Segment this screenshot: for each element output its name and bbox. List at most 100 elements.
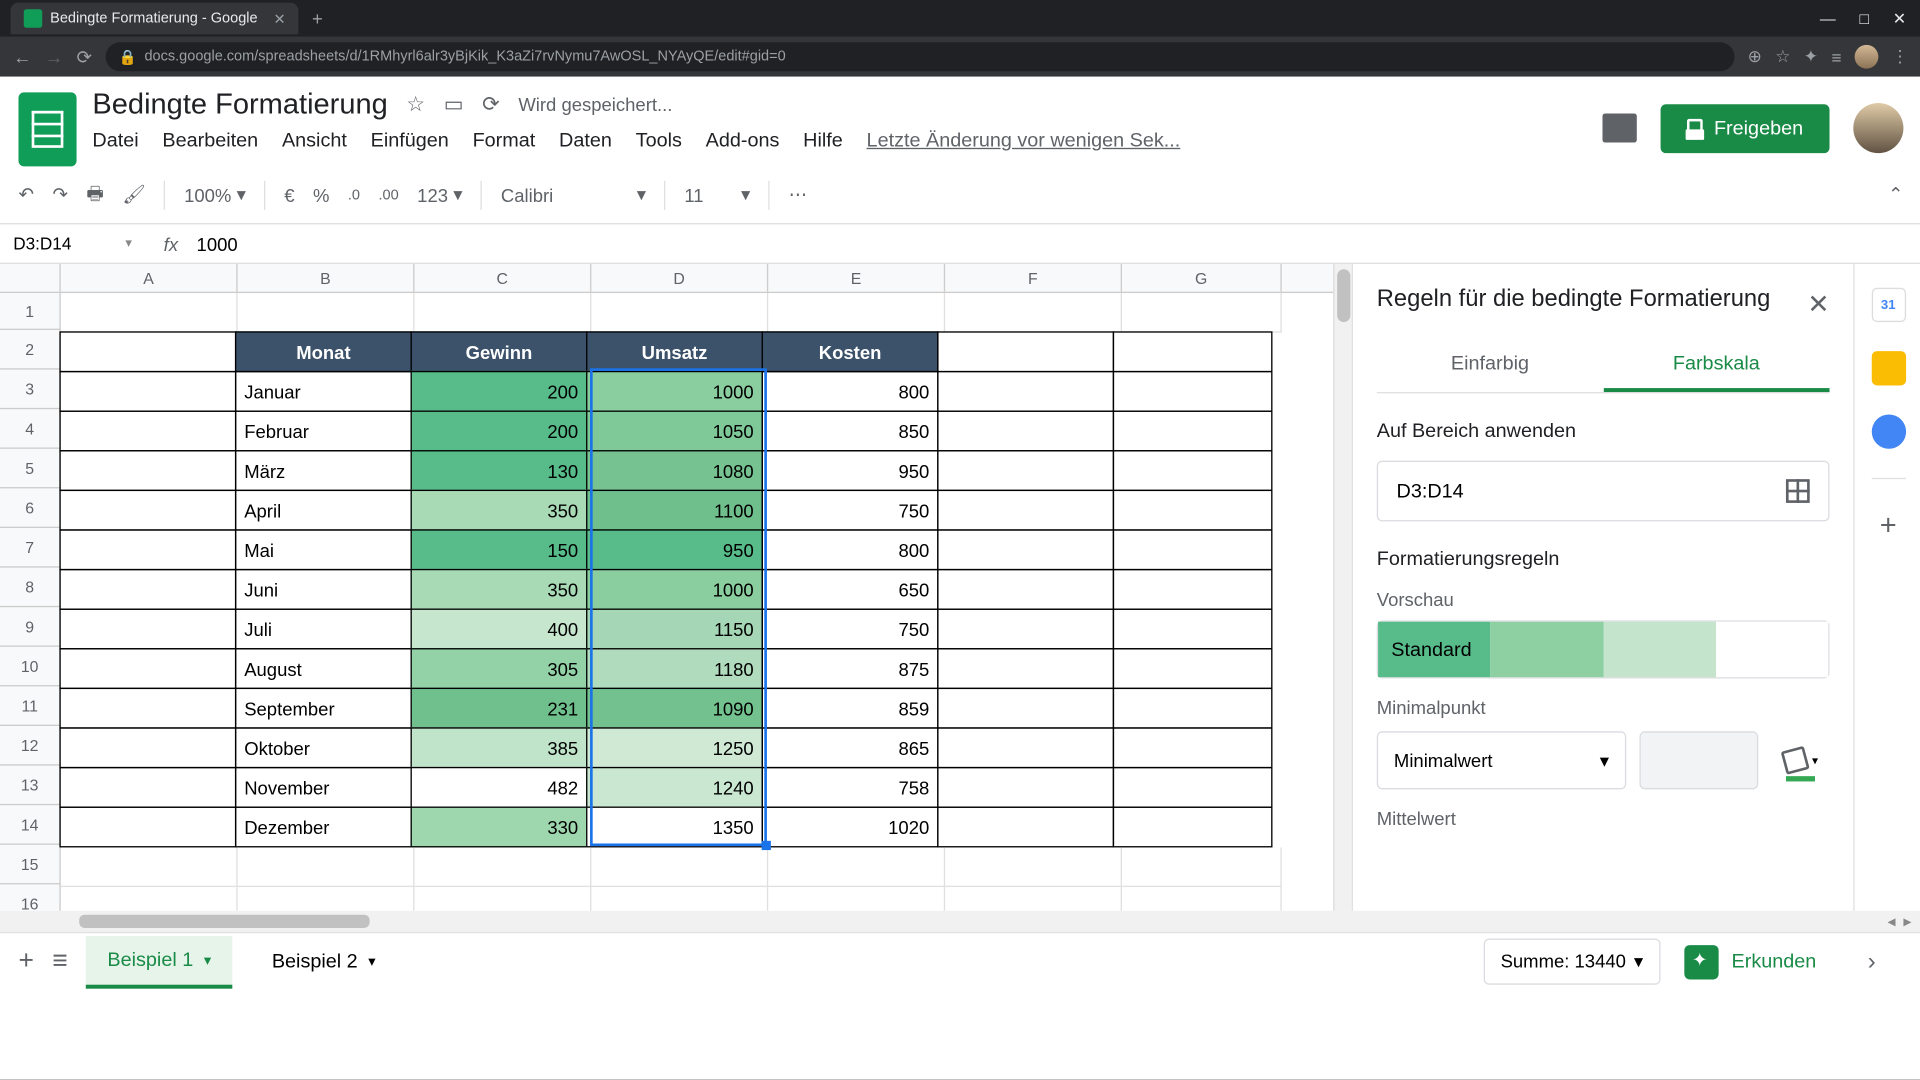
tasks-icon[interactable] <box>1871 414 1905 448</box>
cell[interactable] <box>414 887 591 911</box>
star-icon[interactable]: ☆ <box>406 91 425 117</box>
row-header[interactable]: 5 <box>0 449 61 489</box>
cell[interactable] <box>937 688 1114 729</box>
close-tab-icon[interactable]: ✕ <box>273 10 285 27</box>
cell[interactable] <box>1113 331 1273 372</box>
explore-button[interactable]: Erkunden <box>1684 944 1816 978</box>
cell[interactable] <box>1113 529 1273 570</box>
cell[interactable]: 865 <box>762 727 939 768</box>
account-avatar[interactable] <box>1853 103 1903 153</box>
cell[interactable]: 350 <box>411 569 588 610</box>
cell[interactable] <box>59 569 236 610</box>
cell[interactable] <box>768 293 945 333</box>
document-title[interactable]: Bedingte Formatierung <box>92 87 387 121</box>
cell[interactable] <box>937 371 1114 412</box>
row-header[interactable]: 13 <box>0 766 61 806</box>
cell[interactable]: 950 <box>762 450 939 491</box>
row-header[interactable]: 1 <box>0 293 61 330</box>
increase-decimal-button[interactable]: .00 <box>379 187 399 203</box>
cell[interactable] <box>1122 847 1282 887</box>
column-header[interactable]: A <box>61 264 238 292</box>
cell[interactable]: Gewinn <box>411 331 588 372</box>
column-header[interactable]: D <box>591 264 768 292</box>
cell[interactable] <box>59 648 236 689</box>
move-icon[interactable]: ▭ <box>444 91 464 117</box>
cell[interactable] <box>937 767 1114 808</box>
menu-tools[interactable]: Tools <box>636 129 682 151</box>
cell[interactable] <box>59 727 236 768</box>
menu-edit[interactable]: Bearbeiten <box>162 129 258 151</box>
cell[interactable] <box>1113 411 1273 452</box>
row-header[interactable]: 2 <box>0 330 61 370</box>
cell[interactable]: 859 <box>762 688 939 729</box>
cell[interactable]: Mai <box>235 529 412 570</box>
cell[interactable] <box>937 569 1114 610</box>
row-header[interactable]: 4 <box>0 409 61 449</box>
cell[interactable] <box>1113 727 1273 768</box>
minpoint-value-input[interactable] <box>1639 732 1758 790</box>
zoom-icon[interactable]: ⊕ <box>1748 46 1762 67</box>
cell[interactable] <box>937 648 1114 689</box>
cell[interactable]: 1080 <box>586 450 763 491</box>
cell[interactable] <box>238 847 415 887</box>
profile-avatar-small[interactable] <box>1855 45 1879 69</box>
horizontal-scrollbar[interactable]: ◂▸ <box>0 911 1920 932</box>
cell[interactable]: Dezember <box>235 807 412 848</box>
name-box[interactable]: D3:D14▾ <box>0 234 145 254</box>
menu-addons[interactable]: Add-ons <box>706 129 780 151</box>
cell[interactable] <box>945 293 1122 333</box>
cell[interactable]: 1020 <box>762 807 939 848</box>
reload-button[interactable]: ⟳ <box>77 46 92 68</box>
cell[interactable]: 305 <box>411 648 588 689</box>
column-header[interactable]: C <box>414 264 591 292</box>
tab-color-scale[interactable]: Farbskala <box>1603 339 1829 392</box>
cell[interactable] <box>1113 450 1273 491</box>
close-window-icon[interactable]: ✕ <box>1893 9 1906 27</box>
menu-help[interactable]: Hilfe <box>803 129 843 151</box>
calendar-icon[interactable]: 31 <box>1871 288 1905 322</box>
cell[interactable]: 1000 <box>586 569 763 610</box>
cell[interactable]: 1150 <box>586 609 763 650</box>
cell[interactable] <box>59 450 236 491</box>
add-sheet-button[interactable]: + <box>18 946 33 976</box>
cell[interactable]: 950 <box>586 529 763 570</box>
cell[interactable]: 650 <box>762 569 939 610</box>
menu-insert[interactable]: Einfügen <box>371 129 449 151</box>
column-header[interactable]: B <box>238 264 415 292</box>
cell[interactable] <box>1113 767 1273 808</box>
cell[interactable] <box>61 293 238 333</box>
all-sheets-button[interactable]: ≡ <box>52 946 67 976</box>
cell[interactable]: 875 <box>762 648 939 689</box>
column-header[interactable]: E <box>768 264 945 292</box>
undo-button[interactable]: ↶ <box>18 183 33 205</box>
last-edit-link[interactable]: Letzte Änderung vor wenigen Sek... <box>867 129 1181 151</box>
row-header[interactable]: 8 <box>0 568 61 608</box>
row-header[interactable]: 10 <box>0 647 61 687</box>
cell[interactable] <box>591 887 768 911</box>
cell[interactable] <box>937 331 1114 372</box>
more-tools-button[interactable]: ⋯ <box>789 183 807 205</box>
comments-icon[interactable] <box>1603 114 1637 143</box>
print-button[interactable]: 🖶 <box>86 179 103 211</box>
menu-data[interactable]: Daten <box>559 129 612 151</box>
cell[interactable] <box>1113 648 1273 689</box>
cell[interactable]: 130 <box>411 450 588 491</box>
select-all-corner[interactable] <box>0 264 61 292</box>
cell[interactable] <box>59 609 236 650</box>
cell[interactable]: Monat <box>235 331 412 372</box>
cell[interactable] <box>937 490 1114 531</box>
row-header[interactable]: 7 <box>0 528 61 568</box>
cell[interactable] <box>1122 293 1282 333</box>
cell[interactable]: 400 <box>411 609 588 650</box>
cell[interactable]: 1090 <box>586 688 763 729</box>
reading-list-icon[interactable]: ≡ <box>1831 47 1841 67</box>
quicksum-dropdown[interactable]: Summe: 13440▾ <box>1483 939 1660 985</box>
redo-button[interactable]: ↷ <box>52 183 67 205</box>
font-size-select[interactable]: 11▾ <box>684 183 750 205</box>
tab-single-color[interactable]: Einfarbig <box>1377 339 1603 392</box>
cell[interactable]: 758 <box>762 767 939 808</box>
cell[interactable]: 200 <box>411 411 588 452</box>
cell[interactable] <box>59 807 236 848</box>
zoom-select[interactable]: 100%▾ <box>184 183 246 205</box>
cell[interactable] <box>768 887 945 911</box>
